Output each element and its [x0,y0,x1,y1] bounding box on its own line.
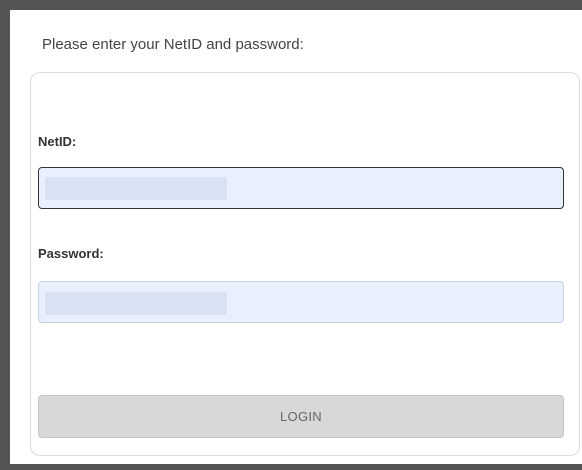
login-form: NetID: Password: LOGIN [30,72,580,456]
login-instructions: Please enter your NetID and password: [42,36,304,53]
password-input[interactable] [38,281,564,323]
netid-label: NetID: [38,134,77,149]
login-button[interactable]: LOGIN [38,395,564,438]
netid-autofill-highlight [45,177,227,200]
password-autofill-highlight [45,292,227,315]
login-window: Please enter your NetID and password: Ne… [0,0,582,470]
netid-input[interactable] [38,167,564,209]
password-label: Password: [38,246,104,261]
